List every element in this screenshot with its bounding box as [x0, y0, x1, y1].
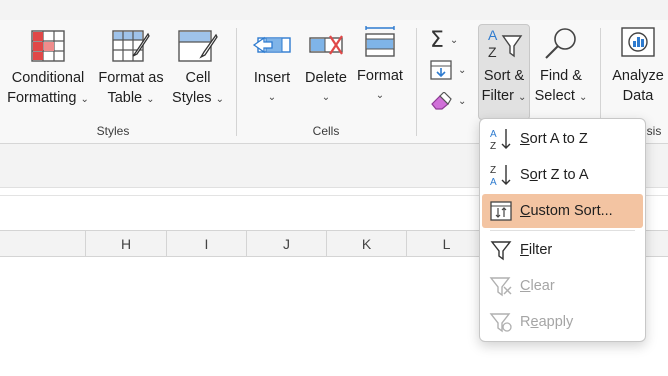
- autosum-button[interactable]: Σ ⌄: [430, 28, 458, 53]
- analyze-data-icon: [621, 27, 655, 57]
- column-header-i[interactable]: I: [167, 231, 247, 258]
- menu-item-label: Sort A to Z: [520, 131, 588, 147]
- insert-button[interactable]: Insert ⌄: [248, 30, 296, 108]
- chevron-down-icon: ⌄: [146, 94, 155, 105]
- chevron-down-icon: ⌄: [80, 94, 89, 105]
- menu-item-label: Reapply: [520, 314, 574, 330]
- chevron-down-icon: ⌄: [321, 92, 331, 103]
- format-as-table-label-1: Format as: [98, 70, 164, 86]
- menu-item-clear[interactable]: Clear: [482, 269, 643, 303]
- analyze-data-button[interactable]: Analyze Data: [608, 26, 668, 106]
- menu-item-custom-sort[interactable]: Custom Sort...: [482, 194, 643, 228]
- styles-group-label: Styles: [96, 124, 130, 138]
- delete-cells-icon: [309, 35, 343, 55]
- fill-down-icon: [430, 60, 452, 80]
- group-separator: [236, 28, 237, 136]
- menu-separator: [490, 230, 635, 231]
- svg-text:A: A: [488, 27, 498, 43]
- menu-item-sort-a-to-z[interactable]: A Z Sort A to Z: [482, 122, 643, 156]
- svg-text:Z: Z: [490, 141, 496, 151]
- column-header-l[interactable]: L: [407, 231, 487, 258]
- analyze-data-label-2: Data: [622, 88, 654, 104]
- reapply-icon: [482, 311, 520, 333]
- chevron-down-icon: ⌄: [458, 95, 467, 107]
- chevron-down-icon: ⌄: [517, 92, 527, 103]
- clear-filter-icon: [482, 275, 520, 297]
- find-select-label-2: Select: [534, 88, 575, 104]
- format-button[interactable]: Format ⌄: [354, 26, 406, 106]
- menu-item-label: Clear: [520, 278, 555, 294]
- chevron-down-icon: ⌄: [375, 90, 385, 101]
- column-header-g[interactable]: [0, 231, 86, 258]
- cells-group-label: Cells: [312, 124, 340, 138]
- group-separator: [416, 28, 417, 136]
- svg-text:Z: Z: [488, 44, 497, 60]
- sort-za-icon: Z A: [482, 163, 520, 187]
- format-as-table-icon: [112, 30, 150, 62]
- chevron-down-icon: ⌄: [458, 64, 467, 76]
- ribbon-tab-strip: [0, 0, 668, 20]
- delete-label: Delete: [305, 70, 347, 86]
- cell-styles-button[interactable]: Cell Styles ⌄: [168, 30, 228, 110]
- chevron-down-icon: ⌄: [449, 35, 459, 46]
- menu-item-label: Custom Sort...: [520, 203, 613, 219]
- find-select-label-1: Find &: [540, 68, 582, 84]
- svg-text:A: A: [490, 129, 497, 140]
- chevron-down-icon: ⌄: [267, 92, 277, 103]
- delete-button[interactable]: Delete ⌄: [302, 30, 350, 108]
- conditional-formatting-label-1: Conditional: [11, 70, 85, 86]
- format-as-table-button[interactable]: Format as Table ⌄: [96, 30, 166, 110]
- sort-az-icon: A Z: [482, 127, 520, 151]
- format-label: Format: [357, 68, 403, 84]
- svg-text:A: A: [490, 177, 497, 187]
- conditional-formatting-button[interactable]: Conditional Formatting ⌄: [4, 30, 92, 110]
- clear-button[interactable]: ⌄: [430, 92, 466, 110]
- menu-item-label: Sort Z to A: [520, 167, 589, 183]
- conditional-formatting-label-2: Formatting: [7, 90, 77, 106]
- autosum-icon: Σ: [430, 28, 444, 53]
- menu-item-filter[interactable]: Filter: [482, 233, 643, 267]
- sort-filter-button[interactable]: A Z Sort & Filter ⌄: [478, 26, 530, 108]
- eraser-icon: [431, 92, 452, 110]
- conditional-formatting-icon: [31, 30, 65, 62]
- column-header-h[interactable]: H: [86, 231, 167, 258]
- format-cells-icon: [365, 26, 395, 57]
- menu-item-reapply[interactable]: Reapply: [482, 305, 643, 339]
- insert-label: Insert: [253, 70, 291, 86]
- chevron-down-icon: ⌄: [215, 94, 224, 105]
- chevron-down-icon: ⌄: [578, 92, 588, 103]
- analyze-data-label-1: Analyze: [612, 68, 664, 84]
- cell-styles-label-2: Styles: [172, 90, 212, 106]
- magnifier-icon: [545, 28, 576, 59]
- custom-sort-icon: [482, 200, 520, 222]
- find-select-button[interactable]: Find & Select ⌄: [532, 26, 590, 108]
- cell-styles-label-1: Cell: [185, 70, 211, 86]
- format-as-table-label-2: Table: [107, 90, 143, 106]
- sort-filter-menu: A Z Sort A to Z Z A Sort Z to A Custom S…: [479, 118, 646, 342]
- sort-filter-icon: A Z: [488, 27, 523, 60]
- svg-text:Z: Z: [490, 165, 496, 176]
- column-header-k[interactable]: K: [327, 231, 407, 258]
- cell-styles-icon: [178, 30, 218, 62]
- column-header-j[interactable]: J: [247, 231, 327, 258]
- insert-cells-icon: [252, 36, 291, 54]
- filter-icon: [482, 239, 520, 261]
- sort-filter-label-1: Sort &: [483, 68, 525, 84]
- sort-filter-label-2: Filter: [481, 88, 514, 104]
- menu-item-label: Filter: [520, 242, 553, 258]
- fill-button[interactable]: ⌄: [430, 60, 466, 80]
- menu-item-sort-z-to-a[interactable]: Z A Sort Z to A: [482, 158, 643, 192]
